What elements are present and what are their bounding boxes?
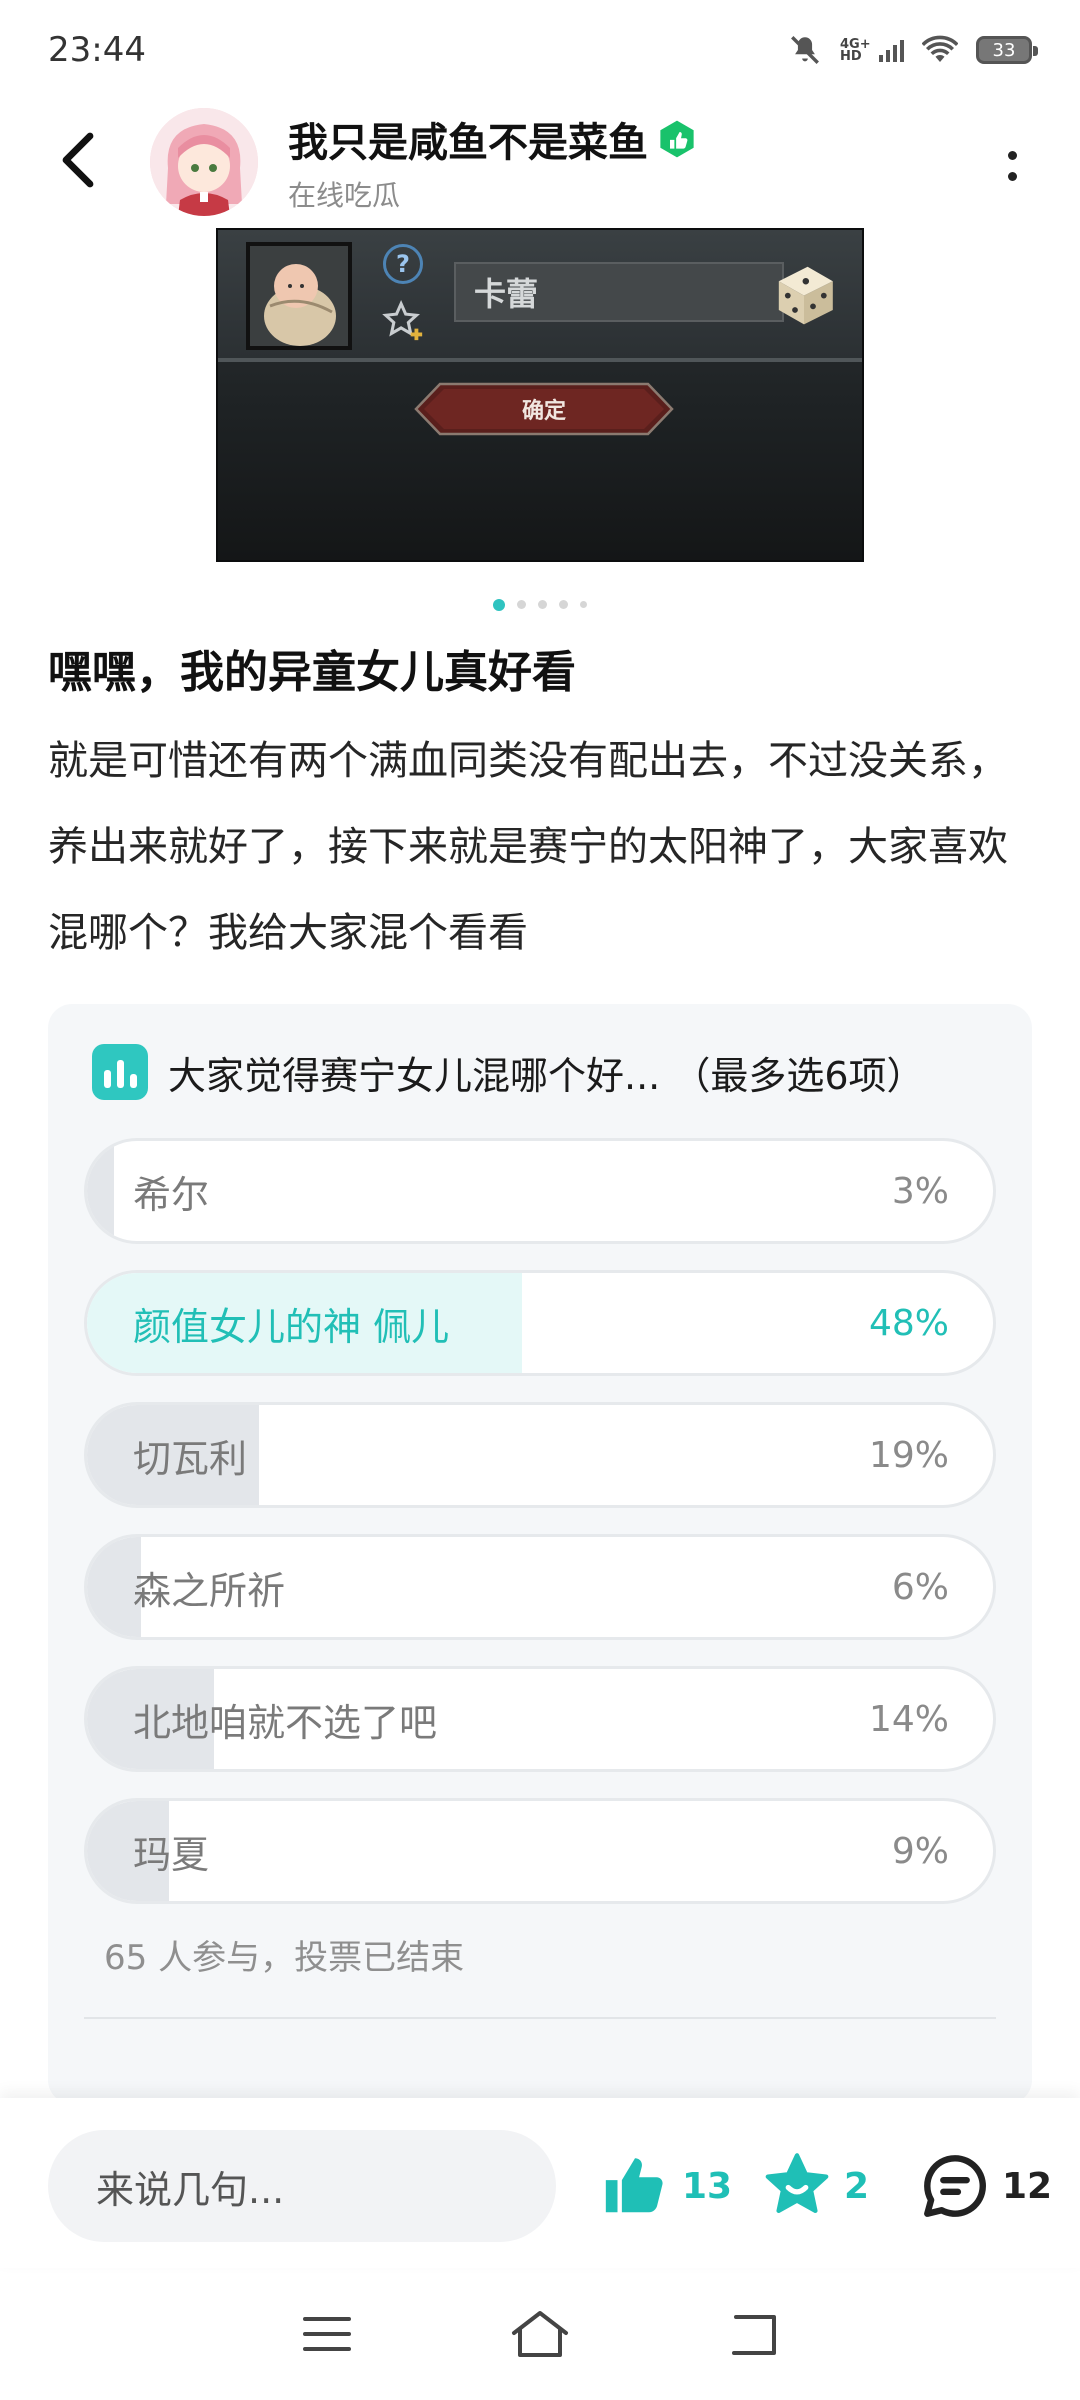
pager-dot [517,600,526,609]
signal-icon: 4G+ HD [840,37,904,63]
poll-title: 大家觉得赛宁女儿混哪个好... （最多选6项） [168,1053,925,1098]
poll-option[interactable]: 森之所祈 6% [84,1534,996,1640]
poll-option[interactable]: 希尔 3% [84,1138,996,1244]
post-header: 我只是咸鱼不是菜鱼 在线吃瓜 [0,100,1080,230]
pager-dot [493,599,505,611]
system-nav-bar [0,2268,1080,2400]
confirm-label: 确定 [521,399,566,424]
poll-option-percent: 19% [868,1434,949,1476]
battery-icon: 33 [976,36,1038,64]
poll-option-label: 森之所祈 [133,1568,286,1613]
status-bar: 23:44 4G+ HD 33 [0,0,1080,100]
avatar[interactable] [150,108,258,216]
star-add-icon[interactable] [380,298,426,344]
poll-options: 希尔 3% 颜值女儿的神 佩儿 48% 切瓦利 19% 森之所祈 6% 北地咱就… [84,1138,996,1904]
pager-dot [559,600,568,609]
wifi-icon [922,35,958,62]
comment-count: 12 [1002,2165,1053,2207]
status-time: 23:44 [48,30,146,70]
user-name: 我只是咸鱼不是菜鱼 [288,120,648,166]
menu-icon [302,2317,351,2351]
star-icon [765,2153,829,2213]
home-nav-button[interactable] [505,2299,575,2369]
return-icon [732,2315,777,2355]
baby-portrait [246,242,352,350]
image-pager [0,599,1080,611]
post-title: 嘿嘿，我的异童女儿真好看 [48,647,576,698]
like-button[interactable]: 13 [600,2138,732,2234]
poll-option-percent: 3% [891,1170,949,1212]
comment-button[interactable]: 12 [920,2138,1052,2234]
chevron-left-icon [62,132,94,188]
poll-option-label: 希尔 [133,1172,210,1217]
poll-header: 大家觉得赛宁女儿混哪个好... （最多选6项） [92,1044,996,1100]
thumbs-up-icon [605,2158,663,2213]
poll-option-fill [87,1141,115,1241]
more-dot [1007,172,1017,181]
name-field[interactable]: 卡蕾 [454,262,784,322]
more-dot [1007,151,1017,160]
user-info[interactable]: 我只是咸鱼不是菜鱼 在线吃瓜 [288,110,698,214]
poll-option-label: 颜值女儿的神 佩儿 [133,1304,450,1349]
pager-dot [580,601,587,608]
like-count: 13 [682,2165,733,2207]
back-nav-button[interactable] [718,2299,788,2369]
poll-option-percent: 9% [891,1830,949,1872]
poll-option-percent: 48% [868,1302,949,1344]
mute-bell-icon [791,36,819,64]
poll-option[interactable]: 颜值女儿的神 佩儿 48% [84,1270,996,1376]
comment-input[interactable]: 来说几句... [48,2130,556,2242]
help-icon[interactable]: ? [383,244,423,284]
favorite-count: 2 [844,2165,870,2207]
pager-dot [538,600,547,609]
poll-option-label: 北地咱就不选了吧 [133,1700,438,1745]
poll-card: 大家觉得赛宁女儿混哪个好... （最多选6项） 希尔 3% 颜值女儿的神 佩儿 … [48,1004,1032,2104]
confirm-button[interactable]: 确定 [414,382,674,436]
network-label: 4G+ HD [840,37,871,64]
more-options-button[interactable] [992,136,1032,196]
divider [84,2017,996,2019]
poll-option-label: 玛夏 [133,1832,210,1877]
post-body: 就是可惜还有两个满血同类没有配出去，不过没关系，养出来就好了，接下来就是赛宁的太… [48,738,1008,956]
bottom-action-bar: 来说几句... 13 2 12 [0,2098,1080,2268]
bar-chart-icon [92,1044,148,1100]
poll-option-label: 切瓦利 [133,1436,248,1481]
verified-badge-icon [660,120,694,158]
poll-option-percent: 14% [868,1698,949,1740]
dice-icon[interactable] [768,256,840,328]
poll-option-percent: 6% [891,1566,949,1608]
menu-nav-button[interactable] [292,2299,362,2369]
back-button[interactable] [48,130,108,190]
home-icon [511,2311,568,2357]
status-icons: 4G+ HD 33 [788,33,1038,67]
user-status: 在线吃瓜 [288,179,401,212]
poll-option[interactable]: 玛夏 9% [84,1798,996,1904]
poll-option[interactable]: 北地咱就不选了吧 14% [84,1666,996,1772]
game-panel: ? 卡蕾 [218,230,862,362]
poll-footer: 65 人参与，投票已结束 [104,1938,465,1978]
favorite-button[interactable]: 2 [762,2138,869,2234]
comment-bubble-icon [924,2155,986,2217]
post-image[interactable]: ? 卡蕾 确定 [216,228,864,562]
poll-option[interactable]: 切瓦利 19% [84,1402,996,1508]
